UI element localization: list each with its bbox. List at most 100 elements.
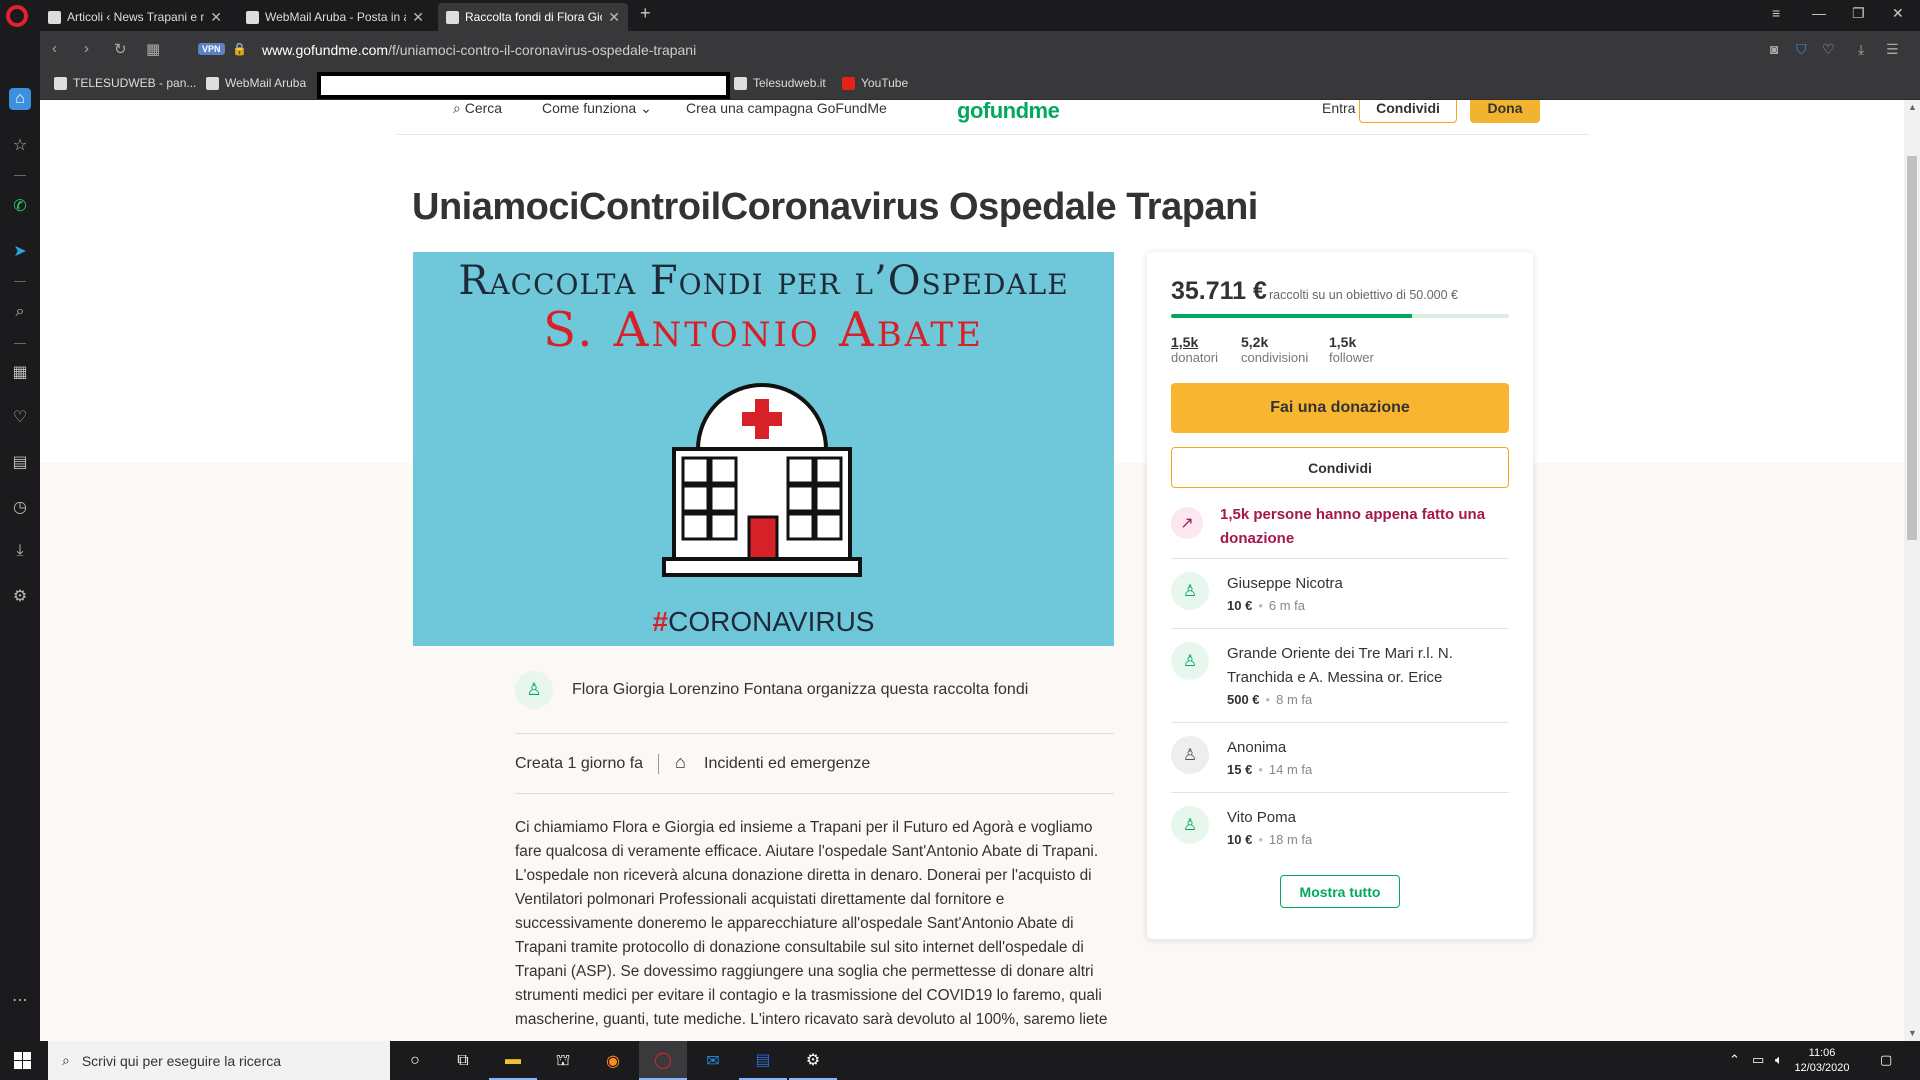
stat-label: follower — [1329, 350, 1374, 365]
login-link[interactable]: Entra — [1322, 100, 1355, 116]
tray-chevron-up-icon[interactable]: ⌃ — [1729, 1052, 1740, 1068]
bookmark-telesudweb[interactable]: Telesudweb.it — [734, 76, 826, 90]
hero-hashtag-text: CORONAVIRUS — [668, 606, 875, 637]
url-field[interactable]: www.gofundme.com/f/uniamoci-contro-il-co… — [262, 42, 696, 58]
close-window-icon[interactable]: ✕ — [1892, 5, 1904, 22]
bookmarks-heart-icon[interactable]: ♡ — [9, 406, 31, 428]
bookmark-telesudweb-pan[interactable]: TELESUDWEB - pan... — [54, 76, 196, 90]
opera-taskbar-icon[interactable]: ◯ — [639, 1041, 687, 1080]
reload-icon[interactable]: ↻ — [114, 40, 127, 58]
snapshot-icon[interactable]: ◙ — [1770, 41, 1778, 57]
page-scrollbar[interactable]: ▲ ▼ — [1904, 100, 1920, 1041]
hero-hashtag: #CORONAVIRUS — [413, 606, 1114, 638]
close-tab-icon[interactable]: ✕ — [412, 9, 424, 26]
divider — [658, 754, 659, 774]
chevron-down-icon: ⌄ — [640, 100, 652, 116]
tab-webmail[interactable]: WebMail Aruba - Posta in a ✕ — [238, 3, 432, 31]
tab-articoli[interactable]: Articoli ‹ News Trapani e no ✕ — [40, 3, 230, 31]
network-icon[interactable]: ▭ — [1752, 1052, 1764, 1068]
create-campaign-link[interactable]: Crea una campagna GoFundMe — [686, 100, 887, 116]
close-tab-icon[interactable]: ✕ — [608, 9, 620, 26]
speed-dial-icon[interactable]: ▦ — [146, 40, 160, 58]
whatsapp-icon[interactable]: ✆ — [9, 195, 31, 217]
settings-gear-icon[interactable]: ⚙ — [9, 585, 31, 607]
stat-shares: 5,2k condivisioni — [1241, 334, 1308, 365]
clock-time: 11:06 — [1808, 1047, 1836, 1059]
search-link[interactable]: ⌕ Cerca — [453, 100, 502, 117]
donor-item: ♙ Giuseppe Nicotra 10 € • 6 m fa — [1171, 572, 1509, 620]
bookmark-youtube[interactable]: YouTube — [842, 76, 908, 90]
firefox-icon[interactable]: ◉ — [589, 1041, 637, 1080]
scroll-up-icon[interactable]: ▲ — [1908, 102, 1917, 112]
telegram-icon[interactable]: ➤ — [9, 240, 31, 262]
share-button[interactable]: Condividi — [1171, 447, 1509, 488]
show-all-button[interactable]: Mostra tutto — [1280, 875, 1400, 908]
organizer-avatar-icon: ♙ — [515, 671, 553, 709]
page-viewport: ⌕ Cerca Come funziona ⌄ Crea una campagn… — [40, 100, 1920, 1041]
opera-logo-icon[interactable] — [6, 5, 28, 27]
how-it-works-menu[interactable]: Come funziona ⌄ — [542, 100, 652, 117]
mail-icon[interactable]: ✉ — [689, 1041, 737, 1080]
created-date: Creata 1 giorno fa — [515, 755, 644, 772]
header-donate-button[interactable]: Dona — [1470, 100, 1540, 123]
word-icon[interactable]: ▤ — [739, 1041, 787, 1080]
category-link[interactable]: Incidenti ed emergenze — [704, 755, 870, 773]
trending-text: 1,5k persone hanno appena fatto una dona… — [1220, 506, 1486, 547]
windows-start-icon[interactable] — [14, 1052, 31, 1069]
adblock-shield-icon[interactable]: ⛉ — [1796, 41, 1807, 58]
dot-separator: • — [1265, 692, 1271, 707]
lock-icon[interactable]: 🔒 — [232, 42, 247, 56]
cortana-icon[interactable]: ○ — [391, 1041, 439, 1080]
tab-menu-icon[interactable]: ≡ — [1772, 5, 1780, 21]
tab-gofundme[interactable]: Raccolta fondi di Flora Gior ✕ — [438, 3, 628, 31]
notifications-icon[interactable]: ▢ — [1880, 1052, 1892, 1068]
aruba-favicon-icon — [246, 10, 259, 24]
minimize-icon[interactable]: — — [1812, 5, 1826, 21]
easy-setup-icon[interactable]: ☰ — [1886, 41, 1899, 58]
settings-app-icon[interactable]: ⚙ — [789, 1041, 837, 1080]
goal-text: raccolti su un obiettivo di 50.000 € — [1269, 288, 1459, 302]
file-explorer-icon[interactable]: ▬ — [489, 1041, 537, 1080]
gofundme-logo[interactable]: gofundme — [957, 100, 1060, 124]
task-view-icon[interactable]: ⧉ — [439, 1041, 487, 1080]
bookmark-label: Telesudweb.it — [753, 76, 826, 90]
header-share-button[interactable]: Condividi — [1359, 100, 1457, 123]
flow-icon[interactable]: ☆ — [9, 134, 31, 156]
donate-button[interactable]: Fai una donazione — [1171, 383, 1509, 433]
stat-donors[interactable]: 1,5k donatori — [1171, 334, 1218, 365]
vpn-badge[interactable]: VPN — [198, 43, 225, 55]
taskbar-search-box[interactable]: ⌕ Scrivi qui per eseguire la ricerca — [48, 1041, 390, 1080]
forward-icon[interactable]: › — [84, 40, 89, 57]
tab-label: Articoli ‹ News Trapani e no — [67, 10, 205, 24]
bookmark-webmail-aruba[interactable]: WebMail Aruba — [206, 76, 306, 90]
donor-name: Vito Poma — [1227, 809, 1296, 826]
history-clock-icon[interactable]: ◷ — [9, 496, 31, 518]
bookmark-label: TELESUDWEB - pan... — [73, 76, 197, 90]
dot-separator: • — [1258, 762, 1263, 777]
new-tab-icon[interactable]: + — [640, 3, 651, 24]
downloads-icon[interactable]: ⤓ — [1858, 41, 1864, 58]
volume-icon[interactable]: 🔈︎ — [1775, 1052, 1783, 1068]
clock-date: 12/03/2020 — [1794, 1062, 1850, 1074]
more-icon[interactable]: ⋯ — [9, 989, 31, 1011]
scroll-down-icon[interactable]: ▼ — [1908, 1028, 1917, 1038]
news-icon[interactable]: ▤ — [9, 451, 31, 473]
home-icon[interactable]: ⌂ — [9, 88, 31, 110]
bookmark-label: WebMail Aruba — [225, 76, 307, 90]
bookmark-heart-icon[interactable]: ♡ — [1822, 41, 1835, 58]
close-tab-icon[interactable]: ✕ — [210, 9, 222, 26]
trending-arrow-icon: ↗ — [1171, 507, 1203, 539]
donor-time: 8 m fa — [1276, 692, 1313, 707]
donor-meta: 500 € • 8 m fa — [1227, 692, 1312, 707]
taskbar-clock[interactable]: 11:06 12/03/2020 — [1792, 1046, 1852, 1076]
speed-dial-grid-icon[interactable]: ▦ — [9, 361, 31, 383]
back-icon[interactable]: ‹ — [52, 40, 57, 57]
restore-icon[interactable]: ❐ — [1852, 5, 1865, 22]
search-icon[interactable]: ⌕ — [9, 301, 31, 323]
downloads-icon[interactable]: ⤓ — [9, 540, 31, 562]
campaign-hero-image[interactable]: Raccolta Fondi per l’Ospedale S. Antonio… — [413, 252, 1114, 646]
how-it-works-label: Come funziona — [542, 100, 637, 116]
sidebar-divider — [14, 343, 26, 344]
scrollbar-thumb[interactable] — [1907, 156, 1917, 540]
store-icon[interactable]: ⛫ — [539, 1041, 587, 1080]
